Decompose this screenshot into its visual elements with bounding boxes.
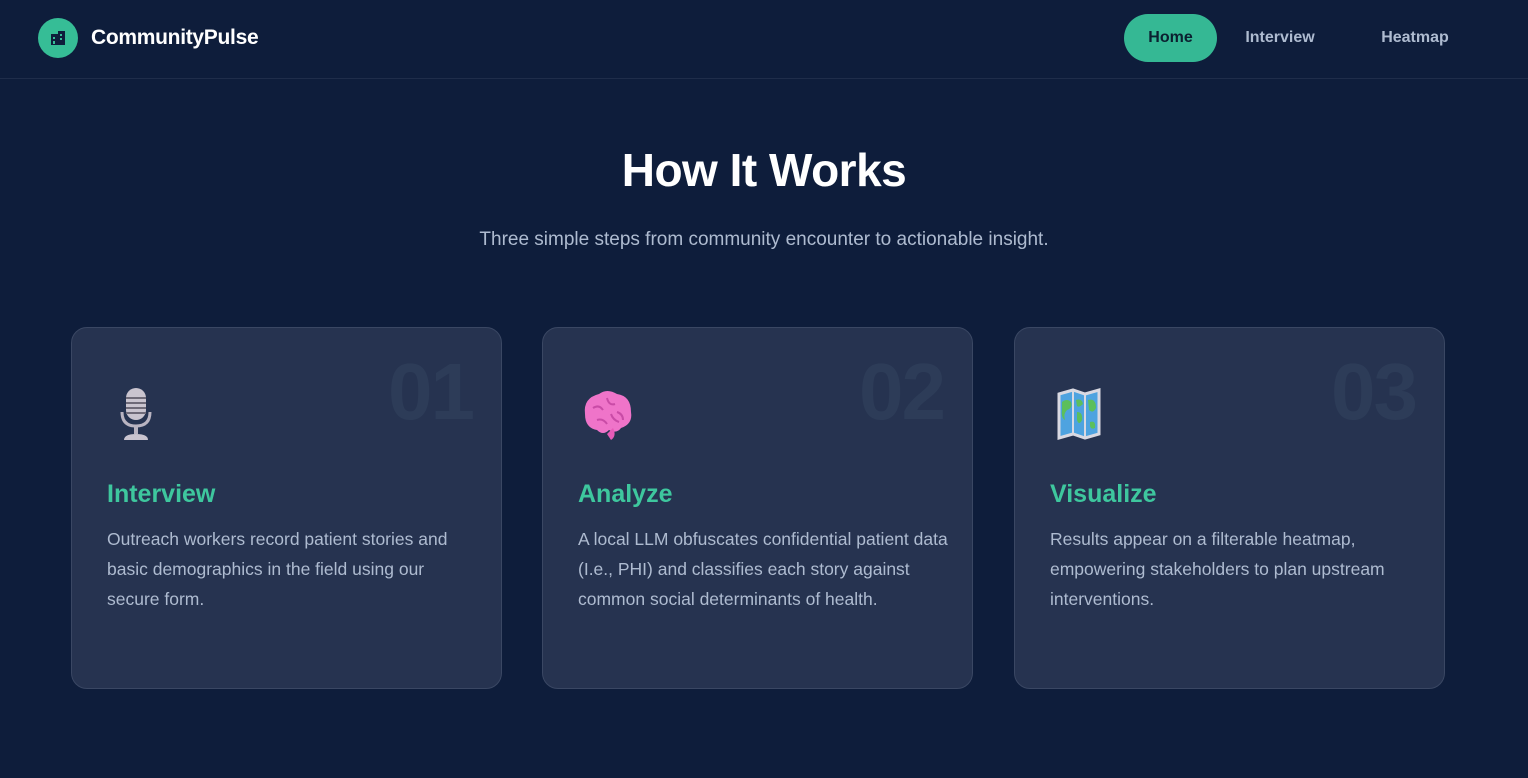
world-map-icon [1049,384,1109,444]
page-title: How It Works [621,144,907,196]
top-navbar: CommunityPulse Home Interview Heatmap [0,0,1528,79]
nav-interview[interactable]: Interview [1217,14,1343,62]
city-logo-icon [38,18,78,58]
microphone-icon [106,384,166,444]
step-description: Outreach workers record patient stories … [107,529,448,609]
step-title: Visualize [1050,480,1157,508]
nav-heatmap[interactable]: Heatmap [1347,14,1483,62]
main-nav: Home Interview Heatmap [1124,14,1483,62]
step-number: 03 [1331,347,1418,436]
brand[interactable]: CommunityPulse [38,18,259,58]
step-title: Analyze [578,480,673,508]
step-card-analyze: 02 Analyze A local LLM obfuscates confid… [542,327,973,689]
step-number: 02 [859,347,946,436]
step-title: Interview [107,480,216,508]
step-description: Results appear on a filterable heatmap, … [1050,529,1385,609]
step-description: A local LLM obfuscates confidential pati… [578,529,948,609]
step-card-interview: 01 Interview Outreach workers record pat… [71,327,502,689]
nav-home[interactable]: Home [1124,14,1217,62]
brain-icon [577,384,637,444]
step-card-visualize: 03 Visualize Results appear on a filtera… [1014,327,1445,689]
step-number: 01 [388,347,475,436]
brand-name: CommunityPulse [91,26,259,49]
page-subtitle: Three simple steps from community encoun… [479,229,1049,250]
